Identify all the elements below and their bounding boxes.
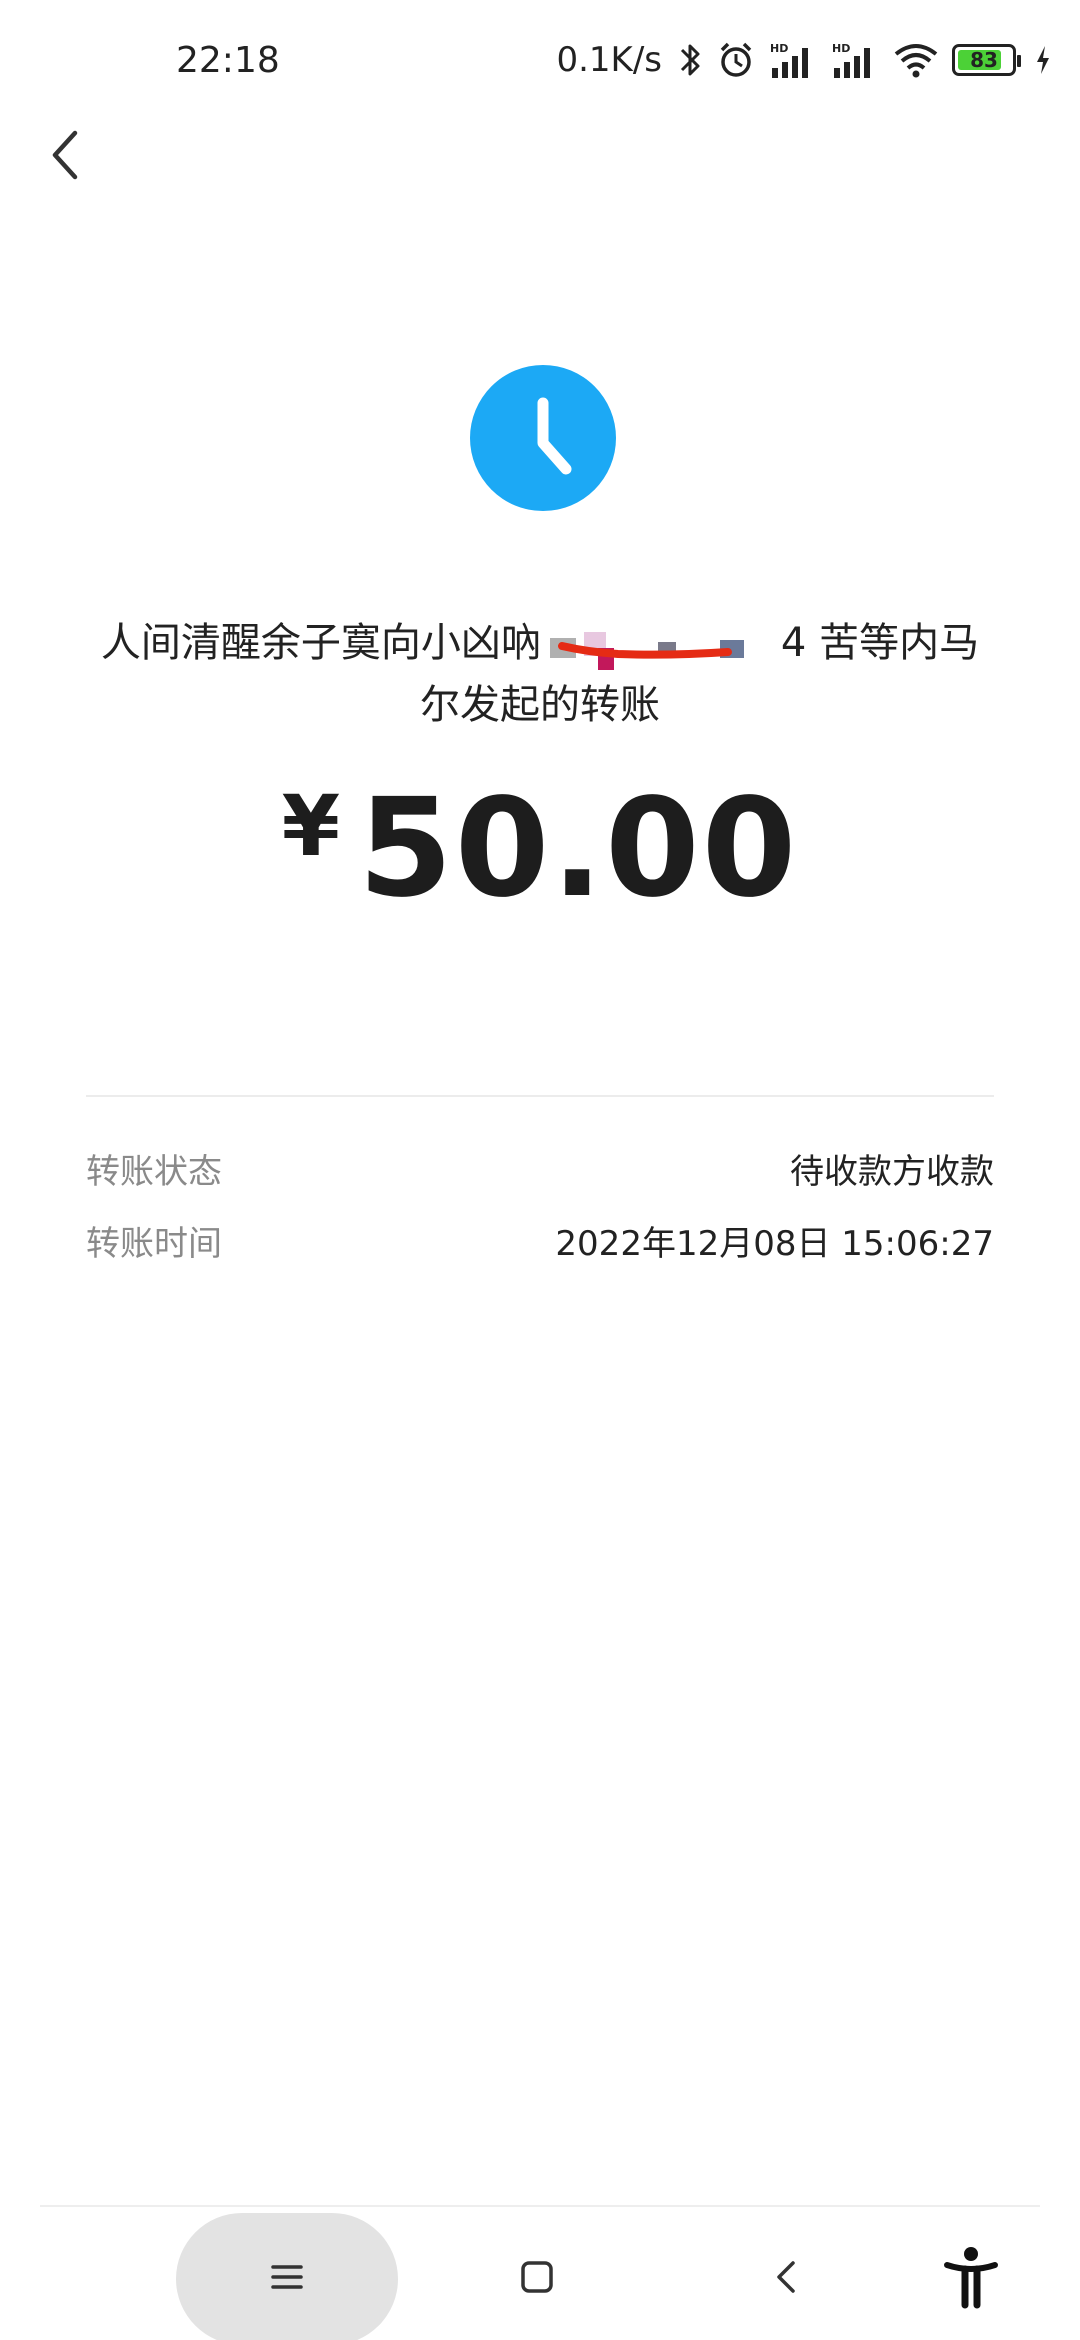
alarm-icon bbox=[716, 40, 756, 80]
transfer-amount: ¥50.00 bbox=[0, 770, 1080, 928]
nav-divider bbox=[40, 2205, 1040, 2207]
amount-value: 50.00 bbox=[358, 770, 799, 928]
divider bbox=[86, 1095, 994, 1097]
signal-hd-label: HD bbox=[770, 42, 788, 55]
description-line-1: 人间清醒余子寞向小凶吶 4 苦等内马 bbox=[90, 612, 990, 674]
description-line-2: 尔发起的转账 bbox=[420, 682, 660, 728]
home-icon bbox=[521, 2261, 553, 2293]
charging-icon bbox=[1034, 40, 1052, 80]
bluetooth-icon bbox=[678, 40, 704, 80]
status-icons: 0.1K/s HD HD 83 bbox=[556, 38, 1052, 82]
transfer-description: 人间清醒余子寞向小凶吶 4 苦等内马 尔发起的转账 bbox=[90, 612, 990, 736]
description-suffix: 4 苦等内马 bbox=[780, 620, 980, 666]
accessibility-icon bbox=[944, 2247, 998, 2309]
menu-icon bbox=[271, 2265, 303, 2289]
menu-button[interactable] bbox=[247, 2237, 327, 2317]
chevron-left-icon bbox=[52, 130, 78, 180]
battery-icon: 83 bbox=[952, 44, 1021, 76]
detail-row-time: 转账时间 2022年12月08日 15:06:27 bbox=[86, 1210, 994, 1270]
signal-hd-label: HD bbox=[832, 42, 850, 55]
signal-icon: HD bbox=[768, 40, 818, 80]
battery-level: 83 bbox=[970, 48, 998, 72]
status-bar: 22:18 0.1K/s HD HD 83 bbox=[0, 0, 1080, 120]
detail-value: 2022年12月08日 15:06:27 bbox=[555, 1223, 994, 1264]
status-time: 22:18 bbox=[176, 40, 280, 81]
accessibility-button[interactable] bbox=[931, 2237, 1011, 2317]
back-button[interactable] bbox=[30, 120, 100, 190]
back-icon bbox=[777, 2261, 795, 2293]
nav-back-button[interactable] bbox=[747, 2237, 827, 2317]
signal-icon: HD bbox=[830, 40, 880, 80]
description-start: 人间清醒余子寞向小凶吶 bbox=[100, 620, 541, 666]
detail-label: 转账状态 bbox=[86, 1151, 222, 1192]
clock-icon bbox=[470, 365, 616, 511]
wifi-icon bbox=[892, 40, 940, 80]
network-speed: 0.1K/s bbox=[556, 40, 662, 80]
detail-row-status: 转账状态 待收款方收款 bbox=[86, 1138, 994, 1198]
home-button[interactable] bbox=[497, 2237, 577, 2317]
redaction-mark bbox=[550, 632, 744, 670]
currency-symbol: ¥ bbox=[281, 777, 341, 875]
navigation-bar bbox=[0, 2205, 1080, 2340]
detail-value: 待收款方收款 bbox=[790, 1151, 994, 1192]
detail-label: 转账时间 bbox=[86, 1223, 222, 1264]
